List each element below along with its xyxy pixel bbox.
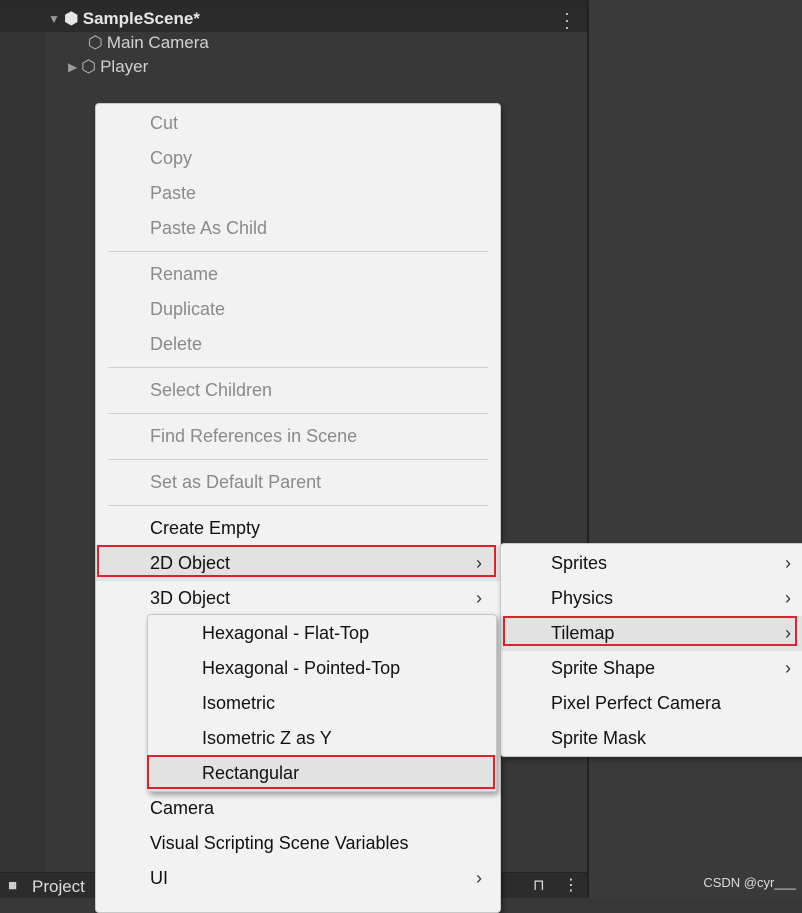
collapse-arrow-icon[interactable]: ▼ <box>48 12 60 26</box>
menu-item-label: Copy <box>150 148 193 168</box>
menu-item-hexagonal-flat-top[interactable]: Hexagonal - Flat-Top <box>148 616 496 651</box>
menu-item-label: UI <box>150 868 168 888</box>
menu-separator <box>108 459 488 460</box>
menu-item-label: Camera <box>150 798 215 818</box>
menu-separator <box>108 413 488 414</box>
menu-item-label: Create Empty <box>150 518 261 538</box>
menu-item-sprite-shape[interactable]: Sprite Shape › <box>501 651 802 686</box>
menu-item-ui[interactable]: UI › <box>96 861 500 896</box>
menu-item-label: Hexagonal - Pointed-Top <box>202 658 401 678</box>
item-label: Player <box>100 57 149 76</box>
menu-item-set-as-default-parent[interactable]: Set as Default Parent <box>96 465 500 500</box>
menu-item-label: 3D Object <box>150 588 231 608</box>
chevron-right-icon: › <box>785 588 791 608</box>
menu-item-2d-object[interactable]: 2D Object › <box>96 546 500 581</box>
watermark: CSDN @cyr___ <box>703 875 796 890</box>
hierarchy-item-main-camera[interactable]: ⬡ Main Camera <box>88 33 209 53</box>
chevron-right-icon: › <box>785 623 791 643</box>
chevron-right-icon: › <box>785 553 791 573</box>
menu-item-pixel-perfect-camera[interactable]: Pixel Perfect Camera <box>501 686 802 721</box>
lock-icon[interactable]: ⊓ <box>533 876 545 894</box>
menu-item-hexagonal-pointed-top[interactable]: Hexagonal - Pointed-Top <box>148 651 496 686</box>
menu-item-label: Find References in Scene <box>150 426 358 446</box>
menu-item-visual-scripting-scene-variables[interactable]: Visual Scripting Scene Variables <box>96 826 500 861</box>
item-label: Main Camera <box>106 33 209 52</box>
scene-menu-icon[interactable]: · · · <box>564 4 570 36</box>
scene-name: SampleScene* <box>82 9 200 28</box>
more-icon[interactable]: ⋮ <box>563 875 579 895</box>
menu-item-label: Visual Scripting Scene Variables <box>150 833 409 853</box>
submenu-2d-object: Sprites › Physics › Tilemap › Sprite Shape › Pix… <box>500 543 802 757</box>
menu-item-label: 2D Object <box>150 553 231 573</box>
chevron-right-icon: › <box>476 588 482 608</box>
gameobject-cube-icon: ⬡ <box>88 33 103 52</box>
menu-item-paste[interactable]: Paste <box>96 176 500 211</box>
menu-item-label: Rectangular <box>202 763 300 783</box>
menu-item-label: Select Children <box>150 380 273 400</box>
menu-item-label: Sprite Mask <box>551 728 647 748</box>
menu-item-label: Paste As Child <box>150 218 268 238</box>
menu-item-create-empty[interactable]: Create Empty <box>96 511 500 546</box>
expand-arrow-icon[interactable]: ▶ <box>68 60 77 74</box>
unity-scene-icon: ⬢ <box>63 9 79 28</box>
menu-separator <box>108 367 488 368</box>
menu-item-delete[interactable]: Delete <box>96 327 500 362</box>
menu-item-tilemap[interactable]: Tilemap › <box>501 616 802 651</box>
menu-item-label: Hexagonal - Flat-Top <box>202 623 370 643</box>
search-bar <box>0 0 587 8</box>
inspector-panel <box>587 0 802 898</box>
menu-item-copy[interactable]: Copy <box>96 141 500 176</box>
menu-item-label: Cut <box>150 113 179 133</box>
menu-item-label: Pixel Perfect Camera <box>551 693 722 713</box>
menu-item-label: Sprite Shape <box>551 658 656 678</box>
menu-item-label: Delete <box>150 334 203 354</box>
hierarchy-item-player[interactable]: ▶ ⬡ Player <box>68 57 148 77</box>
gameobject-cube-icon: ⬡ <box>81 57 97 76</box>
menu-item-isometric[interactable]: Isometric <box>148 686 496 721</box>
menu-item-sprite-mask[interactable]: Sprite Mask <box>501 721 802 756</box>
chevron-right-icon: › <box>476 868 482 888</box>
menu-item-label: Rename <box>150 264 219 284</box>
chevron-right-icon: › <box>476 553 482 573</box>
menu-item-label: Paste <box>150 183 197 203</box>
menu-item-3d-object[interactable]: 3D Object › <box>96 581 500 616</box>
menu-item-find-references-in-scene[interactable]: Find References in Scene <box>96 419 500 454</box>
scene-row[interactable]: ▼ ⬢ SampleScene* <box>48 9 200 29</box>
menu-item-isometric-z-as-y[interactable]: Isometric Z as Y <box>148 721 496 756</box>
menu-item-select-children[interactable]: Select Children <box>96 373 500 408</box>
menu-item-rename[interactable]: Rename <box>96 257 500 292</box>
menu-item-camera[interactable]: Camera <box>96 791 500 826</box>
menu-separator <box>108 505 488 506</box>
menu-item-label: Isometric Z as Y <box>202 728 332 748</box>
menu-item-physics[interactable]: Physics › <box>501 581 802 616</box>
menu-item-label: Isometric <box>202 693 276 713</box>
chevron-right-icon: › <box>785 658 791 678</box>
menu-item-label: Sprites <box>551 553 608 573</box>
menu-item-duplicate[interactable]: Duplicate <box>96 292 500 327</box>
menu-item-cut[interactable]: Cut <box>96 106 500 141</box>
menu-item-label: Tilemap <box>551 623 615 643</box>
menu-separator <box>108 251 488 252</box>
menu-item-paste-as-child[interactable]: Paste As Child <box>96 211 500 246</box>
menu-item-sprites[interactable]: Sprites › <box>501 546 802 581</box>
menu-item-rectangular[interactable]: Rectangular <box>148 756 496 791</box>
tab-project[interactable]: Project <box>32 877 85 897</box>
submenu-tilemap: Hexagonal - Flat-Top Hexagonal - Pointed-… <box>147 614 497 792</box>
folder-icon: ■ <box>8 877 18 894</box>
menu-item-label: Physics <box>551 588 614 608</box>
menu-item-label: Duplicate <box>150 299 226 319</box>
hierarchy-gutter <box>0 0 45 880</box>
menu-item-label: Set as Default Parent <box>150 472 322 492</box>
